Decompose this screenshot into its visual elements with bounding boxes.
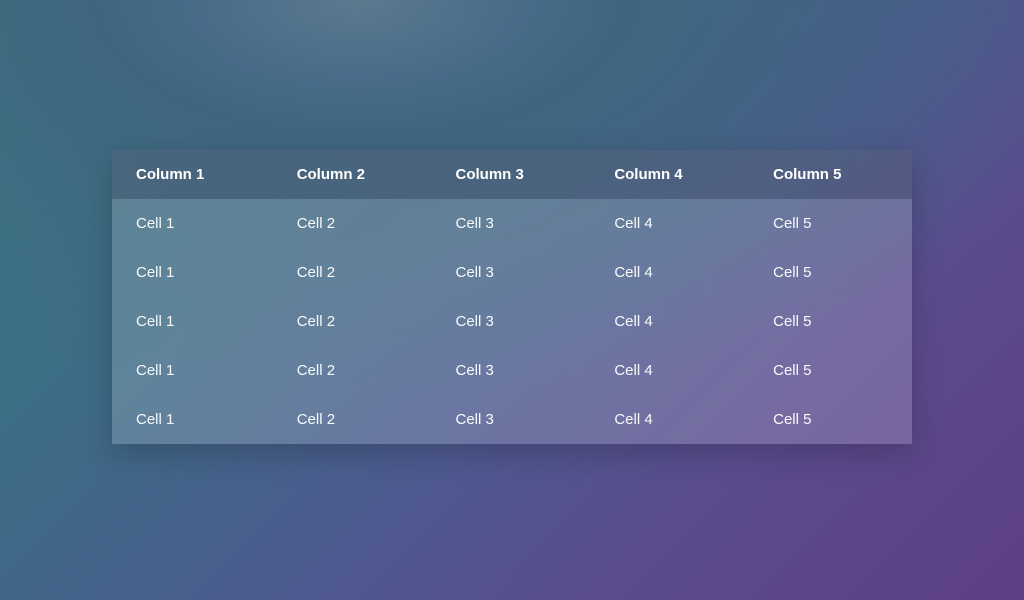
table-cell: Cell 5 — [753, 297, 912, 346]
table-row: Cell 1 Cell 2 Cell 3 Cell 4 Cell 5 — [112, 297, 912, 346]
table-header-cell: Column 1 — [112, 150, 277, 199]
table-row: Cell 1 Cell 2 Cell 3 Cell 4 Cell 5 — [112, 395, 912, 444]
data-table-card: Column 1 Column 2 Column 3 Column 4 Colu… — [112, 150, 912, 444]
table-cell: Cell 2 — [277, 199, 436, 248]
table-cell: Cell 5 — [753, 248, 912, 297]
table-cell: Cell 3 — [436, 199, 595, 248]
table-cell: Cell 5 — [753, 199, 912, 248]
table-cell: Cell 4 — [594, 248, 753, 297]
table-header-row: Column 1 Column 2 Column 3 Column 4 Colu… — [112, 150, 912, 199]
table-cell: Cell 3 — [436, 297, 595, 346]
table-header-cell: Column 2 — [277, 150, 436, 199]
table-row: Cell 1 Cell 2 Cell 3 Cell 4 Cell 5 — [112, 346, 912, 395]
table-header-cell: Column 5 — [753, 150, 912, 199]
table-cell: Cell 2 — [277, 395, 436, 444]
table-cell: Cell 2 — [277, 248, 436, 297]
table-row: Cell 1 Cell 2 Cell 3 Cell 4 Cell 5 — [112, 248, 912, 297]
table-cell: Cell 5 — [753, 395, 912, 444]
table-cell: Cell 4 — [594, 395, 753, 444]
table-cell: Cell 3 — [436, 395, 595, 444]
table-cell: Cell 1 — [112, 297, 277, 346]
table-cell: Cell 1 — [112, 248, 277, 297]
table-cell: Cell 4 — [594, 297, 753, 346]
table-row: Cell 1 Cell 2 Cell 3 Cell 4 Cell 5 — [112, 199, 912, 248]
table-header: Column 1 Column 2 Column 3 Column 4 Colu… — [112, 150, 912, 199]
table-cell: Cell 1 — [112, 346, 277, 395]
table-cell: Cell 5 — [753, 346, 912, 395]
table-header-cell: Column 3 — [436, 150, 595, 199]
data-table: Column 1 Column 2 Column 3 Column 4 Colu… — [112, 150, 912, 444]
table-cell: Cell 2 — [277, 346, 436, 395]
table-cell: Cell 1 — [112, 199, 277, 248]
table-cell: Cell 2 — [277, 297, 436, 346]
table-cell: Cell 3 — [436, 346, 595, 395]
table-cell: Cell 3 — [436, 248, 595, 297]
table-cell: Cell 4 — [594, 199, 753, 248]
table-body: Cell 1 Cell 2 Cell 3 Cell 4 Cell 5 Cell … — [112, 199, 912, 444]
table-header-cell: Column 4 — [594, 150, 753, 199]
table-cell: Cell 4 — [594, 346, 753, 395]
table-cell: Cell 1 — [112, 395, 277, 444]
